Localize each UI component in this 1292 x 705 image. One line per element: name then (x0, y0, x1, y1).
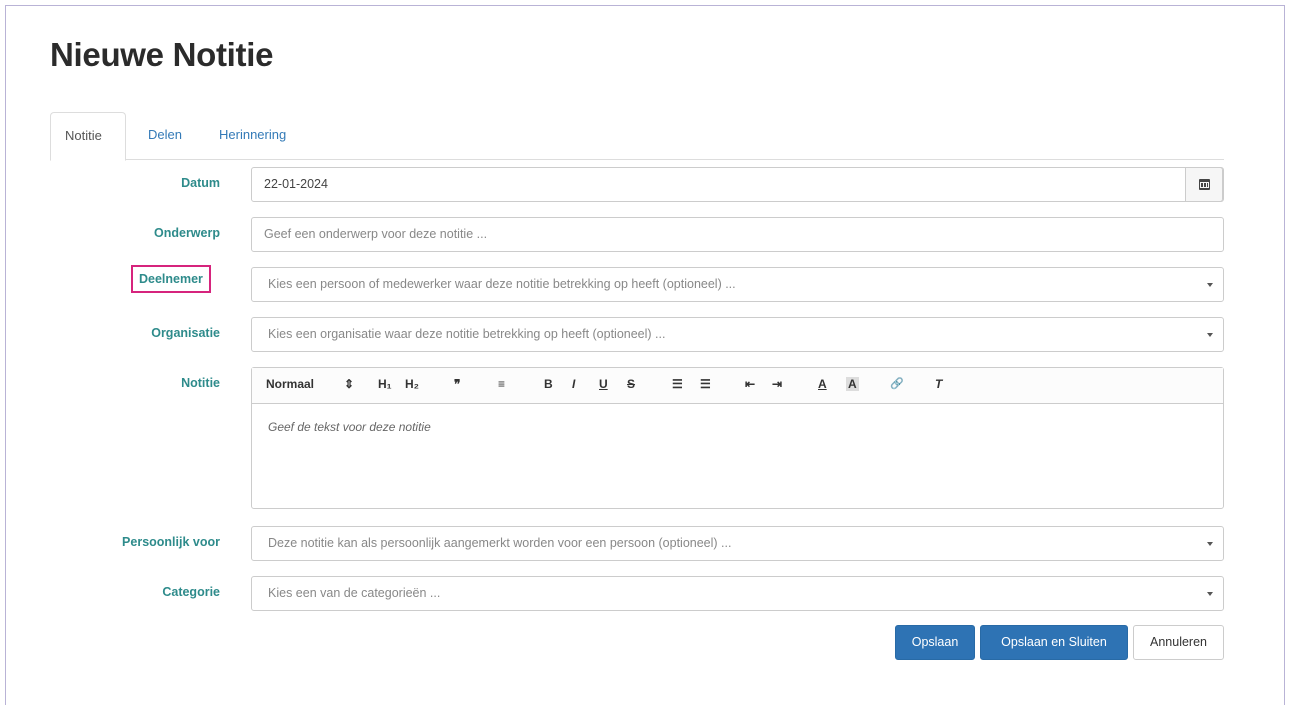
tab-herinnering[interactable]: Herinnering (205, 112, 300, 161)
underline-button[interactable]: U (599, 377, 608, 391)
datum-value: 22-01-2024 (264, 177, 328, 191)
datum-input[interactable]: 22-01-2024 (251, 167, 1224, 202)
outdent-icon[interactable]: ⇤ (745, 377, 755, 391)
italic-button[interactable]: I (572, 377, 575, 391)
blockquote-icon[interactable]: ❞ (454, 377, 460, 391)
chevron-down-icon (1207, 592, 1213, 596)
chevron-down-icon (1207, 542, 1213, 546)
calendar-icon (1199, 179, 1210, 190)
heading-select[interactable]: Normaal (266, 377, 314, 391)
deelnemer-placeholder: Kies een persoon of medewerker waar deze… (268, 277, 736, 291)
onderwerp-label: Onderwerp (154, 226, 220, 240)
persoonlijk-placeholder: Deze notitie kan als persoonlijk aangeme… (268, 536, 732, 550)
onderwerp-input[interactable]: Geef een onderwerp voor deze notitie ... (251, 217, 1224, 252)
calendar-button[interactable] (1185, 167, 1223, 202)
datum-label: Datum (181, 176, 220, 190)
editor-placeholder[interactable]: Geef de tekst voor deze notitie (268, 420, 431, 434)
rich-text-editor: Normaal ⇕ H₁ H₂ ❞ ≡ B I U S ☰ ☰ ⇤ ⇥ A A … (251, 367, 1224, 509)
text-color-icon[interactable]: A (818, 377, 827, 391)
categorie-placeholder: Kies een van de categorieën ... (268, 586, 441, 600)
background-color-icon[interactable]: A (846, 377, 859, 391)
dialog-frame: Nieuwe Notitie Notitie Delen Herinnering… (5, 5, 1285, 705)
ordered-list-icon[interactable]: ☰ (672, 377, 683, 391)
align-icon[interactable]: ≡ (498, 377, 505, 391)
link-icon[interactable]: 🔗 (890, 377, 904, 390)
tab-bar: Notitie Delen Herinnering (50, 112, 1224, 161)
onderwerp-placeholder: Geef een onderwerp voor deze notitie ... (264, 227, 488, 241)
bullet-list-icon[interactable]: ☰ (700, 377, 711, 391)
deelnemer-select[interactable]: Kies een persoon of medewerker waar deze… (251, 267, 1224, 302)
organisatie-placeholder: Kies een organisatie waar deze notitie b… (268, 327, 666, 341)
categorie-label: Categorie (162, 585, 220, 599)
cancel-button[interactable]: Annuleren (1133, 625, 1224, 660)
deelnemer-label: Deelnemer (131, 265, 211, 293)
tab-delen[interactable]: Delen (134, 112, 196, 161)
chevron-down-icon (1207, 333, 1213, 337)
tab-notitie[interactable]: Notitie (50, 112, 126, 161)
organisatie-select[interactable]: Kies een organisatie waar deze notitie b… (251, 317, 1224, 352)
heading-select-arrow-icon[interactable]: ⇕ (344, 377, 354, 391)
chevron-down-icon (1207, 283, 1213, 287)
editor-toolbar: Normaal ⇕ H₁ H₂ ❞ ≡ B I U S ☰ ☰ ⇤ ⇥ A A … (252, 368, 1223, 404)
notitie-label: Notitie (181, 376, 220, 390)
save-button[interactable]: Opslaan (895, 625, 975, 660)
page-title: Nieuwe Notitie (50, 36, 274, 73)
persoonlijk-select[interactable]: Deze notitie kan als persoonlijk aangeme… (251, 526, 1224, 561)
categorie-select[interactable]: Kies een van de categorieën ... (251, 576, 1224, 611)
bold-button[interactable]: B (544, 377, 553, 391)
h1-button[interactable]: H₁ (378, 377, 392, 391)
clear-format-icon[interactable]: T (935, 377, 942, 391)
indent-icon[interactable]: ⇥ (772, 377, 782, 391)
save-close-button[interactable]: Opslaan en Sluiten (980, 625, 1128, 660)
strike-button[interactable]: S (627, 377, 635, 391)
persoonlijk-label: Persoonlijk voor (122, 535, 220, 549)
organisatie-label: Organisatie (151, 326, 220, 340)
h2-button[interactable]: H₂ (405, 377, 419, 391)
